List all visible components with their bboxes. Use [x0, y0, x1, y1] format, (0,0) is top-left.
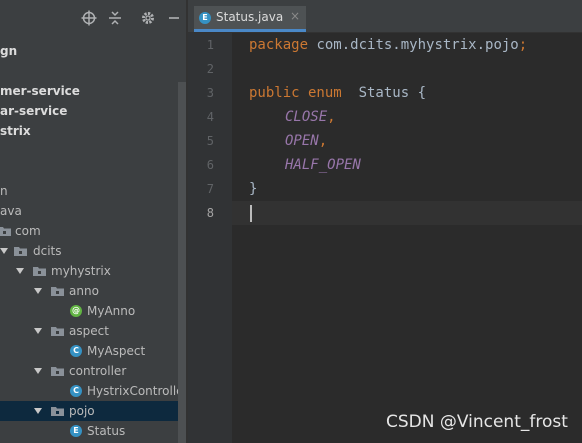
watermark-text: CSDN @Vincent_frost [386, 412, 568, 432]
tree-item-annotation[interactable]: @ MyAnno [0, 301, 178, 321]
tree-item-label: ar-service [0, 104, 68, 118]
close-icon[interactable]: × [290, 9, 300, 23]
editor-tab-bar: E Status.java × [188, 0, 582, 33]
expand-arrow-icon[interactable] [34, 368, 42, 374]
tree-item[interactable]: ava [0, 201, 178, 221]
tree-item[interactable]: n [0, 181, 178, 201]
code-line-7: } [249, 177, 257, 201]
tree-item-label: dcits [33, 244, 62, 258]
tree-item-label: mer-service [0, 84, 80, 98]
tab-label: Status.java [216, 10, 284, 24]
code-line-6: HALF_OPEN [285, 153, 361, 177]
tree-item-enum[interactable]: E Status [0, 421, 178, 441]
tree-item-package[interactable]: com [0, 221, 178, 241]
line-number-current: 8 [206, 206, 214, 220]
tree-item-label: MyAnno [87, 304, 136, 318]
open-brace: { [417, 85, 427, 101]
line-number: 2 [206, 62, 214, 76]
package-folder-icon [14, 247, 27, 256]
tree-scrollbar[interactable] [178, 82, 186, 443]
enum-constant: HALF_OPEN [285, 157, 361, 173]
locate-icon[interactable] [79, 8, 99, 28]
code-line-4: CLOSE, [285, 105, 336, 129]
class-icon: C [70, 345, 82, 357]
hide-icon[interactable] [164, 8, 184, 28]
project-toolbar [0, 0, 186, 36]
collapse-all-icon[interactable] [105, 8, 125, 28]
tree-item[interactable]: mer-service [0, 81, 178, 101]
semicolon: ; [518, 37, 528, 53]
package-folder-icon [51, 367, 64, 376]
line-number: 1 [206, 38, 214, 52]
tree-item[interactable]: ar-service [0, 101, 178, 121]
close-brace: } [249, 181, 258, 197]
tree-item-class[interactable]: C HystrixController [0, 381, 186, 401]
tree-item-label: MyAspect [87, 344, 146, 358]
package-folder-icon [33, 267, 46, 276]
line-number: 4 [206, 110, 214, 124]
package-folder-icon [51, 327, 64, 336]
tree-item-label: aspect [69, 324, 109, 338]
comma: , [327, 109, 336, 125]
tree-item-label: n [0, 184, 8, 198]
enum-icon: E [70, 425, 82, 437]
package-name: com.dcits.myhystrix.pojo [308, 37, 519, 53]
package-folder-icon [51, 287, 64, 296]
keyword-public-enum: public enum [249, 85, 342, 101]
tree-item-label: HystrixController [87, 384, 186, 398]
tree-item-package[interactable]: anno [0, 281, 178, 301]
line-number: 5 [206, 134, 214, 148]
code-line-3: public enum Status { [249, 81, 426, 105]
comma: , [318, 133, 328, 149]
tree-item-label: controller [69, 364, 127, 378]
keyword-package: package [249, 37, 309, 53]
tree-item-package[interactable]: aspect [0, 321, 178, 341]
tree-item-label: strix [0, 124, 31, 138]
tree-item-package[interactable]: dcits [0, 241, 178, 261]
expand-arrow-icon[interactable] [34, 408, 42, 414]
expand-arrow-icon[interactable] [16, 268, 24, 274]
tree-item-package-selected[interactable]: pojo [0, 401, 186, 421]
tree-item[interactable]: strix [0, 121, 178, 141]
line-number: 3 [206, 86, 214, 100]
code-line-5: OPEN, [285, 129, 327, 153]
line-number: 7 [206, 182, 214, 196]
tree-item-label: gn [0, 44, 18, 58]
tree-item[interactable]: gn [0, 41, 178, 61]
enum-name: Status [341, 85, 418, 101]
enum-icon: E [199, 12, 211, 24]
package-folder-icon [51, 407, 64, 416]
text-caret [250, 205, 252, 222]
enum-constant: CLOSE [285, 109, 328, 125]
class-icon: C [70, 385, 82, 397]
expand-arrow-icon[interactable] [0, 248, 8, 254]
tab-status-java[interactable]: E Status.java × [194, 6, 306, 32]
tree-item-package[interactable]: controller [0, 361, 178, 381]
code-editor[interactable]: package com.dcits.myhystrix.pojo; public… [232, 33, 582, 443]
tree-item-label: pojo [69, 404, 95, 418]
gear-icon[interactable] [138, 8, 158, 28]
tree-item-label: ava [0, 204, 22, 218]
code-line-1: package com.dcits.myhystrix.pojo; [249, 33, 527, 57]
annotation-type-icon: @ [70, 305, 82, 317]
expand-arrow-icon[interactable] [34, 288, 42, 294]
package-folder-icon [0, 227, 11, 236]
tree-item-label: Status [87, 424, 126, 438]
expand-arrow-icon[interactable] [34, 328, 42, 334]
project-panel: gn mer-service ar-service strix n ava co… [0, 0, 186, 443]
tree-item-label: com [15, 224, 41, 238]
enum-constant: OPEN [285, 133, 319, 149]
current-line-highlight [232, 201, 582, 225]
tree-item-class[interactable]: C MyAspect [0, 341, 178, 361]
tree-item-package[interactable]: myhystrix [0, 261, 178, 281]
line-number-gutter: 1 2 3 4 5 6 7 8 [188, 33, 232, 443]
line-number: 6 [206, 158, 214, 172]
tree-item-label: myhystrix [51, 264, 111, 278]
tree-item-label: anno [69, 284, 99, 298]
